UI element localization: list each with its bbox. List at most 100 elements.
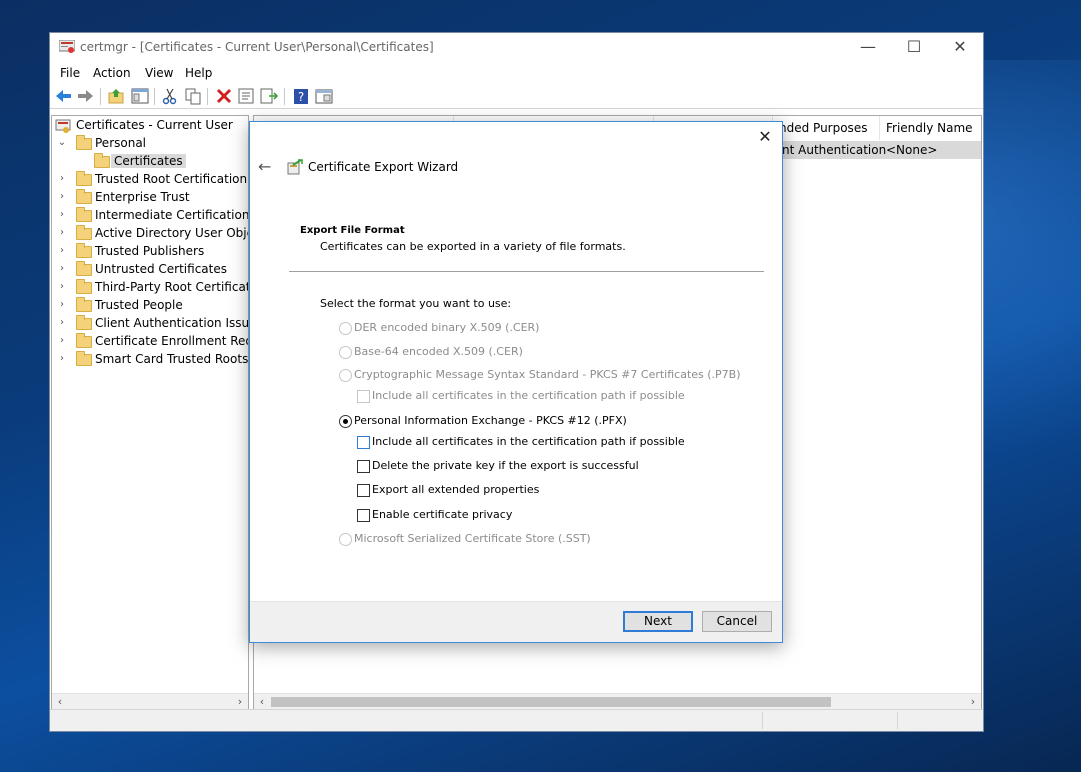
chevron-right-icon[interactable]: ›	[57, 299, 67, 310]
chevron-right-icon[interactable]: ›	[57, 317, 67, 328]
tree-item-personal-certificates[interactable]: Certificates	[52, 153, 248, 171]
dialog-title: Certificate Export Wizard	[308, 160, 459, 174]
cell-friendly-name: <None>	[886, 143, 938, 157]
tree-item-smart-card-roots[interactable]: › Smart Card Trusted Roots	[52, 351, 248, 369]
checkbox-pkcs7-include-all[interactable]	[357, 390, 370, 403]
folder-icon	[76, 315, 92, 330]
menu-bar: File Action View Help	[50, 62, 983, 84]
scroll-right-icon[interactable]: ›	[966, 695, 980, 708]
chevron-down-icon[interactable]: ⌄	[57, 137, 67, 148]
tree-item-trusted-root[interactable]: › Trusted Root Certification Au	[52, 171, 248, 189]
tree-item-personal[interactable]: ⌄ Personal	[52, 135, 248, 153]
option-pkcs7-include-label: Include all certificates in the certific…	[372, 389, 685, 402]
tree-item-enrollment-requests[interactable]: › Certificate Enrollment Reques	[52, 333, 248, 351]
tree-item-label: Active Directory User Object	[95, 226, 249, 240]
maximize-button[interactable]: ☐	[891, 33, 937, 62]
column-header-friendly-name[interactable]: Friendly Name	[880, 116, 981, 140]
menu-help[interactable]: Help	[185, 66, 212, 80]
status-segment	[762, 712, 897, 729]
tree-root-label: Certificates - Current User	[76, 118, 233, 132]
tree-item-label: Intermediate Certification Au	[95, 208, 249, 222]
option-pfx-include-label: Include all certificates in the certific…	[372, 435, 685, 448]
folder-icon	[76, 207, 92, 222]
folder-icon	[76, 189, 92, 204]
folder-icon	[76, 297, 92, 312]
tree-root[interactable]: Certificates - Current User	[52, 117, 248, 135]
radio-pfx[interactable]	[339, 415, 352, 428]
scroll-left-icon[interactable]: ‹	[53, 695, 67, 708]
tree-item-trusted-publishers[interactable]: › Trusted Publishers	[52, 243, 248, 261]
dialog-footer: Next Cancel	[250, 601, 782, 642]
cancel-button[interactable]: Cancel	[702, 611, 772, 632]
menu-action[interactable]: Action	[93, 66, 131, 80]
radio-sst[interactable]	[339, 533, 352, 546]
folder-icon	[76, 279, 92, 294]
console-view-icon[interactable]	[314, 87, 334, 105]
checkbox-enable-certificate-privacy[interactable]	[357, 509, 370, 522]
tree-item-untrusted[interactable]: › Untrusted Certificates	[52, 261, 248, 279]
menu-view[interactable]: View	[145, 66, 173, 80]
tree-item-ad-user-object[interactable]: › Active Directory User Object	[52, 225, 248, 243]
svg-text:?: ?	[298, 90, 304, 104]
properties-icon[interactable]	[236, 87, 256, 105]
toolbar-separator	[100, 88, 101, 105]
chevron-right-icon[interactable]: ›	[57, 263, 67, 274]
chevron-right-icon[interactable]: ›	[57, 209, 67, 220]
tree-item-third-party-root[interactable]: › Third-Party Root Certificatior	[52, 279, 248, 297]
copy-icon[interactable]	[183, 87, 203, 105]
forward-arrow-icon[interactable]	[75, 87, 95, 105]
chevron-right-icon[interactable]: ›	[57, 227, 67, 238]
scroll-thumb[interactable]	[271, 697, 831, 707]
checkbox-delete-private-key[interactable]	[357, 460, 370, 473]
option-pkcs7-label: Cryptographic Message Syntax Standard - …	[354, 368, 741, 381]
chevron-right-icon[interactable]: ›	[57, 353, 67, 364]
chevron-right-icon[interactable]: ›	[57, 245, 67, 256]
up-folder-icon[interactable]	[107, 87, 127, 105]
chevron-right-icon[interactable]: ›	[57, 335, 67, 346]
radio-base64[interactable]	[339, 346, 352, 359]
help-icon[interactable]: ?	[291, 87, 311, 105]
menu-file[interactable]: File	[60, 66, 80, 80]
option-export-props-label: Export all extended properties	[372, 483, 540, 496]
tree-horizontal-scrollbar[interactable]: ‹ ›	[52, 693, 248, 710]
delete-icon[interactable]	[214, 87, 234, 105]
scroll-right-icon[interactable]: ›	[233, 695, 247, 708]
tree-item-label: Untrusted Certificates	[95, 262, 227, 276]
tree-item-label: Client Authentication Issuers	[95, 316, 249, 330]
chevron-right-icon[interactable]: ›	[57, 191, 67, 202]
minimize-button[interactable]: —	[845, 33, 891, 62]
dialog-close-button[interactable]: ✕	[756, 128, 774, 146]
radio-der[interactable]	[339, 322, 352, 335]
option-sst-label: Microsoft Serialized Certificate Store (…	[354, 532, 591, 545]
tree-item-intermediate[interactable]: › Intermediate Certification Au	[52, 207, 248, 225]
back-arrow-icon[interactable]	[54, 87, 74, 105]
export-list-icon[interactable]	[259, 87, 279, 105]
list-horizontal-scrollbar[interactable]: ‹ ›	[254, 693, 981, 710]
checkbox-pfx-include-all[interactable]	[357, 436, 370, 449]
close-window-button[interactable]: ✕	[937, 33, 983, 62]
column-header-intended-purposes[interactable]: nded Purposes	[773, 116, 880, 140]
section-title: Export File Format	[300, 225, 405, 236]
title-bar: certmgr - [Certificates - Current User\P…	[50, 33, 983, 62]
folder-icon	[76, 351, 92, 366]
tree-item-trusted-people[interactable]: › Trusted People	[52, 297, 248, 315]
tree-item-client-auth-issuers[interactable]: › Client Authentication Issuers	[52, 315, 248, 333]
cut-icon[interactable]	[160, 87, 180, 105]
checkbox-export-extended-properties[interactable]	[357, 484, 370, 497]
toolbar-separator	[284, 88, 285, 105]
chevron-right-icon[interactable]: ›	[57, 173, 67, 184]
folder-icon	[76, 333, 92, 348]
chevron-right-icon[interactable]: ›	[57, 281, 67, 292]
show-hide-tree-icon[interactable]	[130, 87, 150, 105]
certificates-store-icon	[55, 119, 71, 133]
radio-pkcs7[interactable]	[339, 369, 352, 382]
tree-item-enterprise-trust[interactable]: › Enterprise Trust	[52, 189, 248, 207]
back-arrow-button[interactable]: ←	[258, 157, 271, 176]
folder-icon	[76, 225, 92, 240]
export-wizard-icon	[287, 159, 303, 175]
status-segment	[897, 712, 983, 729]
scroll-left-icon[interactable]: ‹	[255, 695, 269, 708]
next-button[interactable]: Next	[623, 611, 693, 632]
certmgr-app-icon	[59, 40, 75, 53]
tree-item-label: Trusted Publishers	[95, 244, 205, 258]
